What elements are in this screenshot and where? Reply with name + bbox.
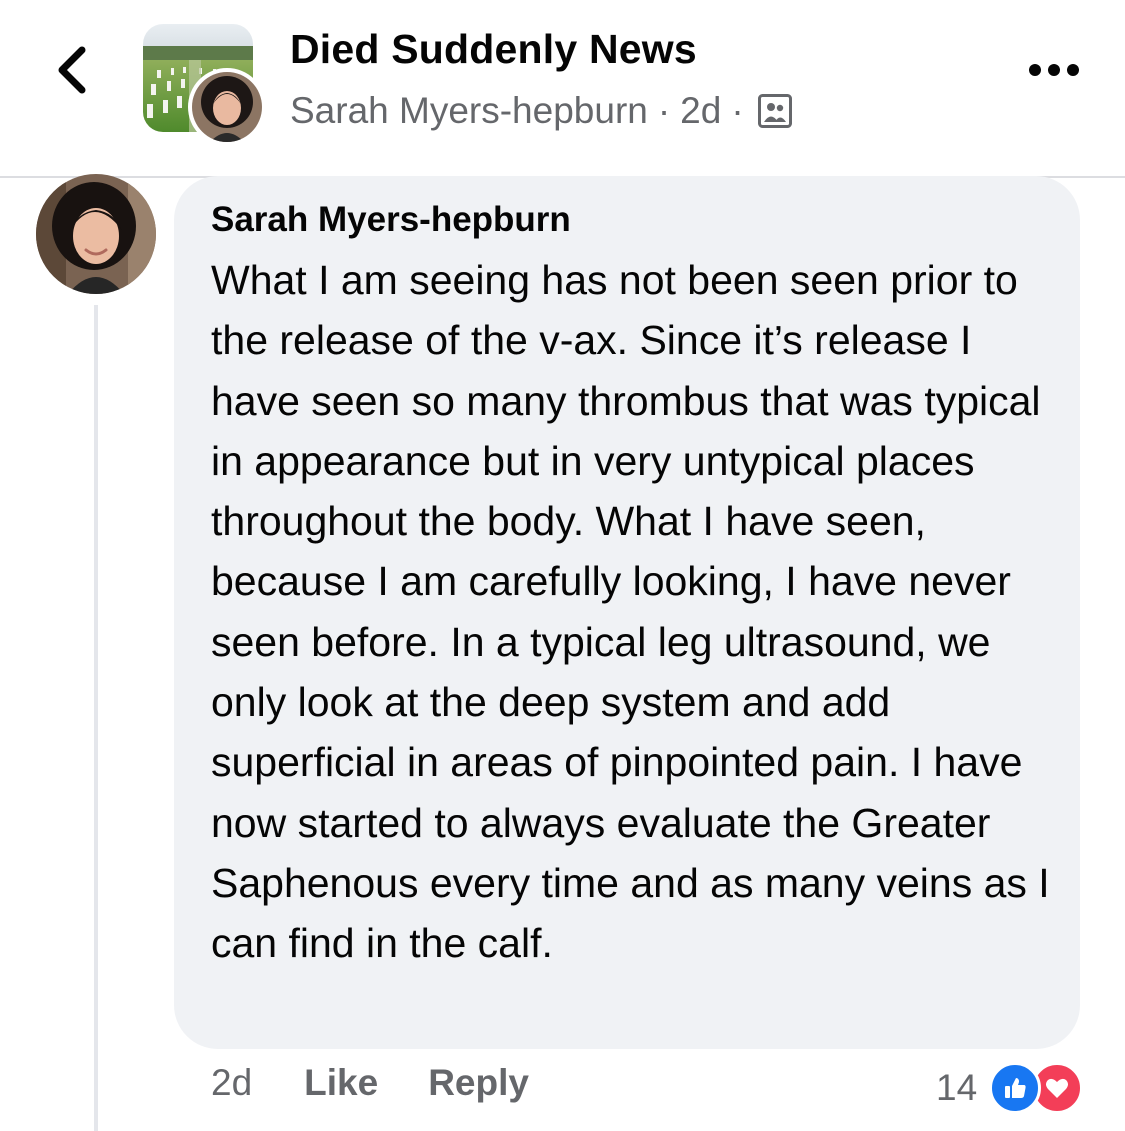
reply-button[interactable]: Reply (428, 1062, 529, 1104)
poster-avatar[interactable] (188, 68, 266, 146)
reaction-count: 14 (936, 1067, 978, 1108)
meta-separator: · (657, 90, 671, 131)
comment-actions: 2d Like Reply (211, 1062, 579, 1104)
chevron-left-icon (58, 46, 86, 94)
reaction-summary[interactable]: 14 (936, 1062, 1087, 1114)
post-header: Died Suddenly News Sarah Myers-hepburn ·… (0, 0, 1125, 178)
post-meta: Sarah Myers-hepburn · 2d · (290, 90, 792, 132)
group-members-icon (757, 94, 792, 128)
meta-separator-2: · (731, 90, 744, 131)
profile-photo (36, 174, 156, 294)
poster-name[interactable]: Sarah Myers-hepburn (290, 90, 648, 132)
post-time[interactable]: 2d (680, 90, 721, 132)
comment-time[interactable]: 2d (211, 1062, 252, 1104)
profile-photo (192, 72, 262, 142)
comment-bubble: Sarah Myers-hepburn What I am seeing has… (174, 176, 1080, 1049)
back-button[interactable] (46, 40, 96, 100)
comment-text: What I am seeing has not been seen prior… (211, 257, 1050, 967)
commenter-avatar[interactable] (36, 174, 156, 294)
more-horizontal-icon (1029, 64, 1079, 76)
thread-line (94, 305, 98, 1131)
like-reaction-icon (989, 1062, 1042, 1114)
more-options-button[interactable] (1024, 52, 1084, 88)
commenter-name[interactable]: Sarah Myers-hepburn (211, 196, 1050, 244)
group-name[interactable]: Died Suddenly News (290, 26, 697, 73)
like-button[interactable]: Like (304, 1062, 378, 1104)
reaction-icons (989, 1062, 1087, 1114)
